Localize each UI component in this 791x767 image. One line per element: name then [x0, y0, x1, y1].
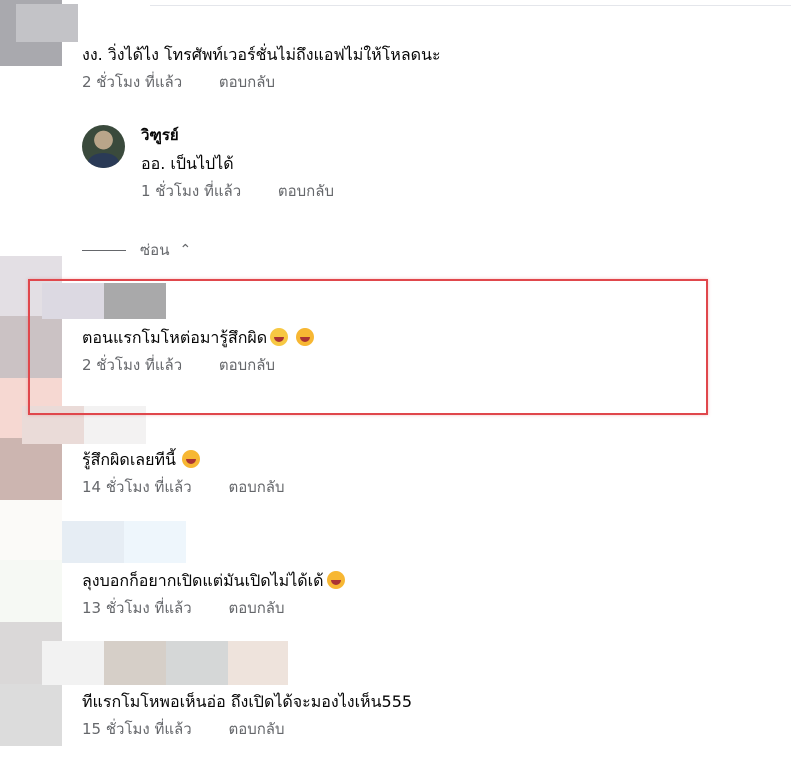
chevron-up-icon: ⌃: [179, 242, 192, 258]
redacted-name-5a: [42, 641, 104, 685]
reply-author-name[interactable]: วิฑูรย์: [141, 125, 334, 145]
reply-button[interactable]: ตอบกลับ: [228, 719, 284, 739]
comment: งง. วิ่งได้ไง โทรศัพท์เวอร์ชั่นไม่ถึงแอฟ…: [82, 44, 441, 92]
comment: ลุงบอกก็อยากเปิดแต่มันเปิดไม่ได้เด้ 13 ช…: [82, 570, 345, 618]
redacted-avatar-3b: [0, 438, 62, 500]
rofl-emoji-icon: [326, 571, 345, 589]
redacted-avatar-5b: [0, 684, 62, 746]
comment-text: งง. วิ่งได้ไง โทรศัพท์เวอร์ชั่นไม่ถึงแอฟ…: [82, 45, 441, 64]
redacted-avatar-4b: [0, 560, 62, 622]
redacted-avatar-4: [0, 500, 62, 560]
comment-time[interactable]: 14 ชั่วโมง ที่แล้ว: [82, 477, 192, 497]
redacted-name-4b: [124, 521, 186, 563]
comment-time[interactable]: 13 ชั่วโมง ที่แล้ว: [82, 598, 192, 618]
reply-button[interactable]: ตอบกลับ: [278, 181, 334, 201]
avatar[interactable]: [82, 125, 125, 168]
redacted-name-4: [62, 521, 124, 563]
redacted-name-1: [16, 4, 78, 42]
comment: ทีแรกโมโหพอเห็นอ่อ ถึงเปิดได้จะมองไงเห็น…: [82, 691, 412, 739]
reply-button[interactable]: ตอบกลับ: [228, 477, 284, 497]
comment-text: ลุงบอกก็อยากเปิดแต่มันเปิดไม่ได้เด้: [82, 571, 324, 590]
rofl-emoji-icon: [181, 450, 200, 468]
reply-button[interactable]: ตอบกลับ: [219, 72, 275, 92]
redacted-name-5b: [104, 641, 166, 685]
reply-text: ออ. เป็นไปได้: [141, 154, 234, 173]
hide-label: ซ่อน: [140, 241, 170, 259]
comment-time[interactable]: 2 ชั่วโมง ที่แล้ว: [82, 72, 182, 92]
comment-time[interactable]: 15 ชั่วโมง ที่แล้ว: [82, 719, 192, 739]
redacted-name-5c: [166, 641, 228, 685]
comment-text: รู้สึกผิดเลยทีนี้: [82, 450, 176, 469]
divider-dash: [82, 249, 126, 251]
reply-button[interactable]: ตอบกลับ: [228, 598, 284, 618]
reply-time[interactable]: 1 ชั่วโมง ที่แล้ว: [141, 181, 241, 201]
top-divider: [150, 5, 791, 6]
highlight-box: [28, 279, 708, 415]
hide-replies-toggle[interactable]: ซ่อน ⌃: [82, 238, 191, 262]
comment-text: ทีแรกโมโหพอเห็นอ่อ ถึงเปิดได้จะมองไงเห็น…: [82, 692, 413, 711]
redacted-name-5d: [228, 641, 288, 685]
comment: รู้สึกผิดเลยทีนี้ 14 ชั่วโมง ที่แล้ว ตอบ…: [82, 449, 285, 497]
